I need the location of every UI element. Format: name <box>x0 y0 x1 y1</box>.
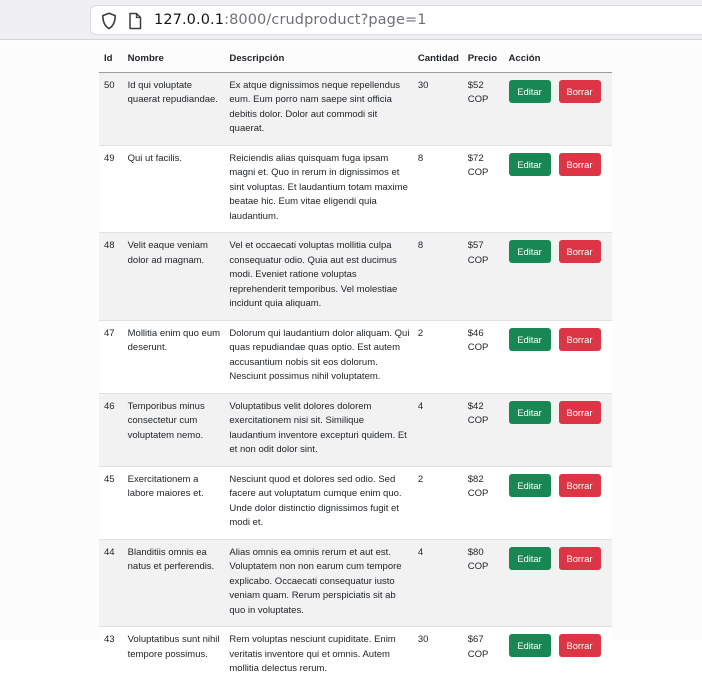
table-body: 50 Id qui voluptate quaerat repudiandae. E… <box>99 71 612 685</box>
cell-descripcion: Ex atque dignissimos neque repellendus e… <box>225 71 414 145</box>
browser-toolbar: 127.0.0.1:8000/crudproduct?page=1 <box>0 0 702 40</box>
table-row: 44 Blanditiis omnis ea natus et perferend… <box>99 538 612 627</box>
cell-nombre: Voluptatibus sunt nihil tempore possimus… <box>123 626 226 685</box>
cell-cantidad: 30 <box>413 626 464 685</box>
cell-descripcion: Vel et occaecati voluptas mollitia culpa… <box>225 232 414 320</box>
delete-button[interactable]: Borrar <box>558 400 601 424</box>
edit-button[interactable]: Editar <box>508 327 551 351</box>
edit-button[interactable]: Editar <box>508 240 551 263</box>
edit-button[interactable]: Editar <box>508 152 551 176</box>
cell-descripcion: Dolorum qui laudantium dolor aliquam. Qu… <box>225 319 414 393</box>
cell-accion: Editar Borrar <box>504 392 612 466</box>
cell-id: 49 <box>99 144 124 233</box>
header-nombre: Nombre <box>123 45 226 73</box>
edit-button[interactable]: Editar <box>508 546 551 570</box>
cell-nombre: Qui ut facilis. <box>123 144 226 233</box>
cell-id: 48 <box>99 232 124 320</box>
table-row: 50 Id qui voluptate quaerat repudiandae. E… <box>99 71 612 145</box>
page-icon[interactable] <box>128 12 142 30</box>
cell-nombre: Velit eaque veniam dolor ad magnam. <box>123 232 226 320</box>
edit-button[interactable]: Editar <box>508 79 551 103</box>
cell-id: 47 <box>99 319 124 393</box>
cell-cantidad: 8 <box>413 144 464 233</box>
cell-id: 45 <box>99 465 124 539</box>
delete-button[interactable]: Borrar <box>558 327 601 351</box>
cell-id: 43 <box>99 626 124 685</box>
page-content: Id Nombre Descripción Cantidad Precio Ac… <box>0 41 702 685</box>
cell-cantidad: 2 <box>413 465 464 539</box>
cell-id: 44 <box>99 538 124 627</box>
cell-nombre: Mollitia enim quo eum deserunt. <box>123 319 226 393</box>
cell-accion: Editar Borrar <box>504 626 612 685</box>
cell-cantidad: 4 <box>413 392 464 466</box>
table-row: 46 Temporibus minus consectetur cum volup… <box>99 392 612 466</box>
cell-precio: $46 COP <box>463 319 505 393</box>
delete-button[interactable]: Borrar <box>558 473 601 497</box>
cell-nombre: Exercitationem a labore maiores et. <box>123 465 226 539</box>
table-row: 48 Velit eaque veniam dolor ad magnam. Vel… <box>99 232 612 320</box>
edit-button[interactable]: Editar <box>508 400 551 424</box>
cell-cantidad: 8 <box>413 232 464 320</box>
cell-precio: $57 COP <box>463 232 505 320</box>
cell-precio: $72 COP <box>463 144 505 233</box>
cell-accion: Editar Borrar <box>504 71 612 145</box>
delete-button[interactable]: Borrar <box>558 240 601 263</box>
cell-descripcion: Alias omnis ea omnis rerum et aut est. V… <box>225 538 414 627</box>
delete-button[interactable]: Borrar <box>558 546 601 570</box>
cell-id: 46 <box>99 392 124 466</box>
cell-precio: $52 COP <box>463 71 505 145</box>
cell-nombre: Temporibus minus consectetur cum volupta… <box>123 392 226 466</box>
cell-nombre: Blanditiis omnis ea natus et perferendis… <box>123 538 226 627</box>
cell-nombre: Id qui voluptate quaerat repudiandae. <box>123 71 226 145</box>
cell-descripcion: Nesciunt quod et dolores sed odio. Sed f… <box>225 465 414 539</box>
table-row: 43 Voluptatibus sunt nihil tempore possim… <box>99 626 612 685</box>
table-row: 49 Qui ut facilis. Reiciendis alias quisqu… <box>99 144 612 233</box>
cell-accion: Editar Borrar <box>504 144 612 233</box>
url-text[interactable]: 127.0.0.1:8000/crudproduct?page=1 <box>154 12 427 28</box>
cell-precio: $80 COP <box>463 538 505 627</box>
table-row: 45 Exercitationem a labore maiores et. Nes… <box>99 465 612 539</box>
table-row: 47 Mollitia enim quo eum deserunt. Dolorum… <box>99 319 612 393</box>
cell-cantidad: 30 <box>413 71 464 145</box>
cell-cantidad: 2 <box>413 319 464 393</box>
header-cantidad: Cantidad <box>413 45 464 73</box>
cell-accion: Editar Borrar <box>504 538 612 627</box>
cell-cantidad: 4 <box>413 538 464 627</box>
header-descripcion: Descripción <box>225 45 414 73</box>
shield-icon[interactable] <box>101 12 117 30</box>
cell-precio: $82 COP <box>463 465 505 539</box>
cell-accion: Editar Borrar <box>504 319 612 393</box>
delete-button[interactable]: Borrar <box>558 152 601 176</box>
cell-accion: Editar Borrar <box>504 232 612 320</box>
delete-button[interactable]: Borrar <box>558 634 601 657</box>
cell-precio: $67 COP <box>463 626 505 685</box>
products-table: Id Nombre Descripción Cantidad Precio Ac… <box>99 45 612 685</box>
header-accion: Acción <box>504 45 612 73</box>
cell-precio: $42 COP <box>463 392 505 466</box>
cell-descripcion: Reiciendis alias quisquam fuga ipsam mag… <box>225 144 414 233</box>
cell-id: 50 <box>99 71 124 145</box>
delete-button[interactable]: Borrar <box>558 79 601 103</box>
edit-button[interactable]: Editar <box>508 634 551 657</box>
edit-button[interactable]: Editar <box>508 473 551 497</box>
header-precio: Precio <box>463 45 505 73</box>
cell-descripcion: Rem voluptas nesciunt cupiditate. Enim v… <box>225 626 414 685</box>
cell-descripcion: Voluptatibus velit dolores dolorem exerc… <box>225 392 414 466</box>
url-host: 127.0.0.1 <box>154 12 225 28</box>
cell-accion: Editar Borrar <box>504 465 612 539</box>
address-bar[interactable]: 127.0.0.1:8000/crudproduct?page=1 <box>90 5 702 35</box>
header-id: Id <box>99 45 124 73</box>
table-header-row: Id Nombre Descripción Cantidad Precio Ac… <box>99 45 612 73</box>
url-path: :8000/crudproduct?page=1 <box>224 12 427 28</box>
